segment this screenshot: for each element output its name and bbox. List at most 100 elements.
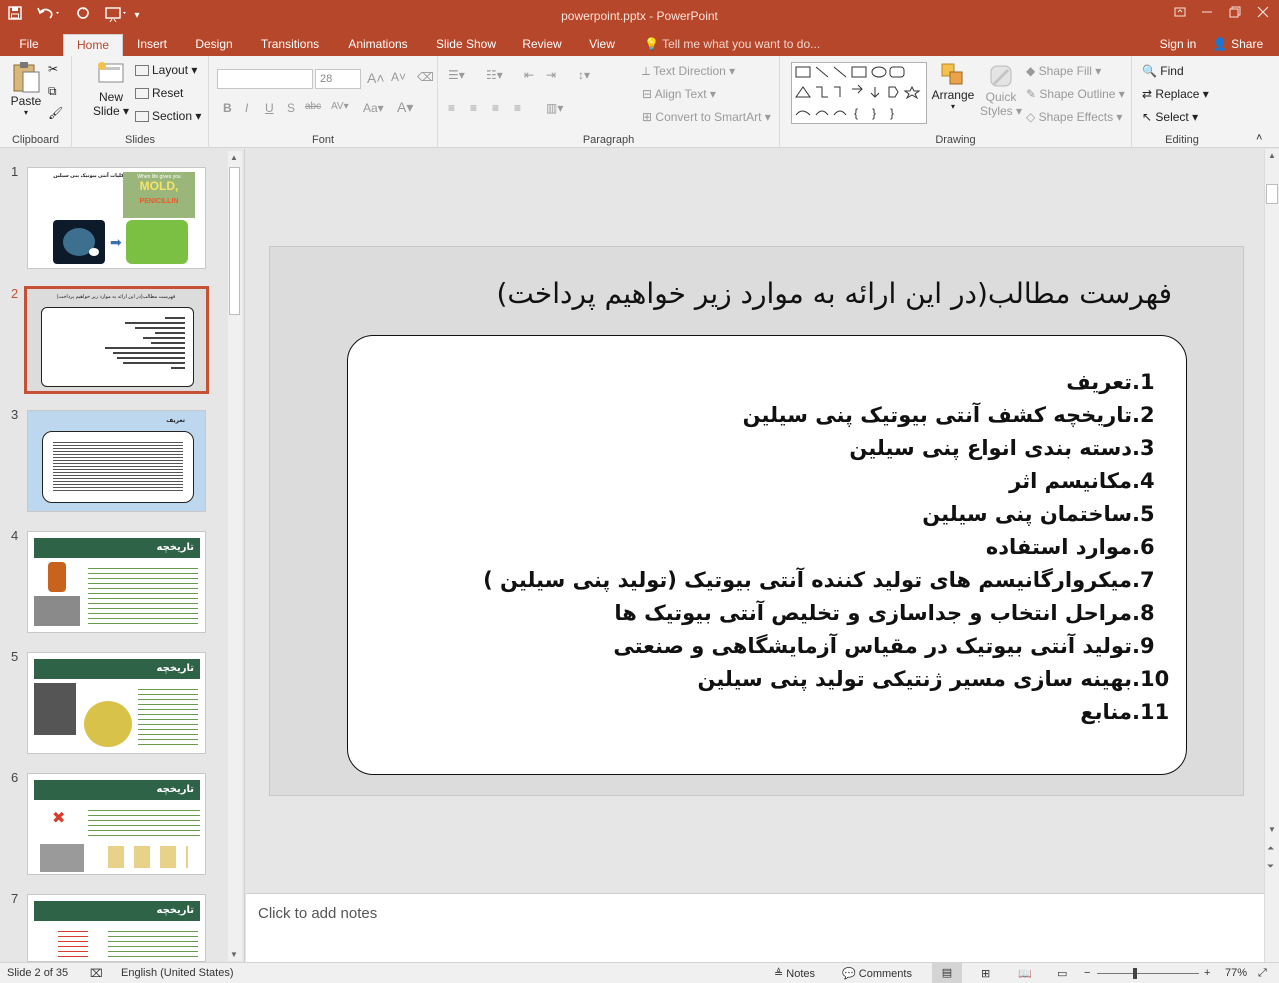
- replace-button[interactable]: ⇄ Replace ▾: [1142, 87, 1209, 101]
- slide-thumbnail-4[interactable]: تاریخچه: [27, 531, 206, 633]
- slide-thumbnail-7[interactable]: تاریخچه: [27, 894, 206, 962]
- language-indicator[interactable]: English (United States): [121, 967, 234, 979]
- minimize-icon[interactable]: [1193, 4, 1221, 24]
- editor-scroll-thumb[interactable]: [1266, 184, 1278, 204]
- font-name-input[interactable]: [217, 69, 313, 89]
- select-button[interactable]: ↖ Select ▾: [1142, 110, 1198, 124]
- collapse-ribbon-icon[interactable]: ˄: [1256, 132, 1262, 144]
- notes-toggle[interactable]: ≜ Notes: [774, 967, 815, 980]
- scroll-down-icon[interactable]: ▼: [230, 950, 238, 959]
- tab-animations[interactable]: Animations: [340, 34, 416, 56]
- align-left-icon[interactable]: ≡: [448, 101, 455, 115]
- line-spacing-icon[interactable]: ↕▾: [578, 68, 590, 82]
- notes-pane[interactable]: Click to add notes: [246, 893, 1264, 962]
- scroll-up-icon[interactable]: ▲: [230, 153, 238, 162]
- slideshow-view-icon[interactable]: ▭: [1057, 967, 1067, 980]
- comments-toggle[interactable]: 💬 Comments: [842, 967, 912, 980]
- char-spacing-icon[interactable]: AV▾: [331, 101, 349, 112]
- increase-indent-icon[interactable]: ⇥: [546, 68, 556, 82]
- tab-review[interactable]: Review: [516, 34, 568, 56]
- shadow-icon[interactable]: S: [287, 101, 295, 115]
- paste-button[interactable]: Paste ▾: [8, 60, 44, 117]
- new-slide-button[interactable]: New Slide ▾: [90, 60, 132, 118]
- next-slide-icon[interactable]: ⏷: [1267, 861, 1274, 872]
- slide-canvas[interactable]: فهرست مطالب(در این ارائه به موارد زیر خو…: [269, 246, 1244, 796]
- spelling-icon[interactable]: ⌧: [90, 967, 103, 980]
- bold-icon[interactable]: B: [223, 101, 232, 115]
- tab-design[interactable]: Design: [188, 34, 240, 56]
- zoom-out-icon[interactable]: −: [1084, 967, 1090, 979]
- arrow-right-icon: ➡: [110, 234, 122, 250]
- clear-format-icon[interactable]: ⌫: [417, 70, 434, 84]
- find-button[interactable]: 🔍 Find: [1142, 64, 1184, 78]
- justify-icon[interactable]: ≡: [514, 101, 521, 115]
- slide-thumbnail-5[interactable]: تاریخچه: [27, 652, 206, 754]
- change-case-icon[interactable]: Aa▾: [363, 101, 384, 115]
- bullets-icon[interactable]: ☰▾: [448, 68, 465, 82]
- thumbnail-scrollbar[interactable]: ▲ ▼: [228, 151, 242, 961]
- font-size-input[interactable]: 28: [315, 69, 361, 89]
- format-painter-icon[interactable]: 🖌: [48, 106, 63, 120]
- close-icon[interactable]: [1249, 4, 1277, 24]
- tab-insert[interactable]: Insert: [128, 34, 176, 56]
- new-slide-icon: [98, 62, 124, 83]
- editor-scroll-up-icon[interactable]: ▲: [1268, 151, 1276, 160]
- section-button[interactable]: Section ▾: [135, 109, 201, 123]
- comment-icon: 💬: [842, 968, 856, 980]
- columns-icon[interactable]: ▥▾: [546, 101, 563, 115]
- previous-slide-icon[interactable]: ⏶: [1267, 843, 1274, 854]
- tab-slide-show[interactable]: Slide Show: [430, 34, 502, 56]
- editor-scrollbar[interactable]: ▲ ▼ ⏶ ⏷: [1264, 149, 1279, 962]
- convert-smartart-button[interactable]: ⊞ Convert to SmartArt ▾: [642, 110, 771, 124]
- shape-outline-button[interactable]: ✎ Shape Outline ▾: [1026, 87, 1125, 101]
- shapes-gallery[interactable]: { } }: [791, 62, 927, 124]
- normal-view-icon[interactable]: ▤: [932, 963, 962, 983]
- arrange-button[interactable]: Arrange ▾: [930, 62, 976, 111]
- sign-in-link[interactable]: Sign in: [1152, 34, 1204, 56]
- shape-effects-button[interactable]: ◇ Shape Effects ▾: [1026, 110, 1122, 124]
- content-box[interactable]: 1.تعریف 2.تاریخچه کشف آنتی بیوتیک پنی سیل…: [347, 335, 1187, 775]
- quick-styles-button[interactable]: Quick Styles ▾: [980, 62, 1022, 118]
- shrink-font-icon[interactable]: A˅: [391, 70, 406, 84]
- tell-me-box[interactable]: 💡 Tell me what you want to do...: [644, 34, 834, 56]
- reset-button[interactable]: Reset: [135, 86, 183, 100]
- reading-view-icon[interactable]: 📖: [1018, 967, 1032, 980]
- numbering-icon[interactable]: ☷▾: [486, 68, 503, 82]
- slide-thumbnail-6[interactable]: تاریخچه ✖: [27, 773, 206, 875]
- flasks-image: [108, 846, 188, 868]
- strikethrough-icon[interactable]: abc: [305, 101, 321, 112]
- content-list: 1.تعریف 2.تاریخچه کشف آنتی بیوتیک پنی سیل…: [483, 366, 1172, 729]
- font-color-icon[interactable]: A▾: [397, 99, 413, 116]
- slide-thumbnail-1[interactable]: کلیات آنتی بیوتیک پنی سیلین When life gi…: [27, 167, 206, 269]
- zoom-in-icon[interactable]: +: [1204, 967, 1210, 979]
- layout-button[interactable]: Layout ▾: [135, 63, 197, 77]
- tab-file[interactable]: File: [8, 34, 50, 56]
- slide-sorter-icon[interactable]: ⊞: [981, 967, 990, 980]
- grow-font-icon[interactable]: A˄: [367, 70, 385, 86]
- tab-home[interactable]: Home: [63, 34, 123, 56]
- tab-transitions[interactable]: Transitions: [253, 34, 327, 56]
- align-center-icon[interactable]: ≡: [470, 101, 477, 115]
- slide-title[interactable]: فهرست مطالب(در این ارائه به موارد زیر خو…: [270, 277, 1172, 310]
- cut-icon[interactable]: ✂: [48, 62, 58, 76]
- zoom-slider-thumb[interactable]: [1133, 968, 1137, 979]
- slide-thumbnail-2[interactable]: فهرست مطالب(در این ارائه به موارد زیر خو…: [24, 286, 209, 394]
- decrease-indent-icon[interactable]: ⇤: [524, 68, 534, 82]
- slide-thumbnail-3[interactable]: تعریف: [27, 410, 206, 512]
- fit-to-window-icon[interactable]: ⤢: [1258, 967, 1267, 980]
- copy-icon[interactable]: ⧉: [48, 84, 57, 99]
- share-button[interactable]: 👤 Share: [1206, 34, 1270, 56]
- text-direction-button[interactable]: ⟂ Text Direction ▾: [642, 64, 735, 79]
- underline-icon[interactable]: U: [265, 101, 274, 115]
- thumbnail-scroll-thumb[interactable]: [229, 167, 240, 315]
- editor-scroll-down-icon[interactable]: ▼: [1268, 825, 1276, 834]
- zoom-slider[interactable]: [1097, 973, 1199, 974]
- tab-view[interactable]: View: [582, 34, 622, 56]
- align-right-icon[interactable]: ≡: [492, 101, 499, 115]
- shape-fill-button[interactable]: ◆ Shape Fill ▾: [1026, 64, 1101, 78]
- align-text-button[interactable]: ⊟ Align Text ▾: [642, 87, 716, 101]
- ribbon-display-icon[interactable]: [1166, 4, 1194, 24]
- restore-icon[interactable]: [1221, 4, 1249, 24]
- zoom-level[interactable]: 77%: [1225, 967, 1247, 979]
- italic-icon[interactable]: I: [245, 101, 248, 115]
